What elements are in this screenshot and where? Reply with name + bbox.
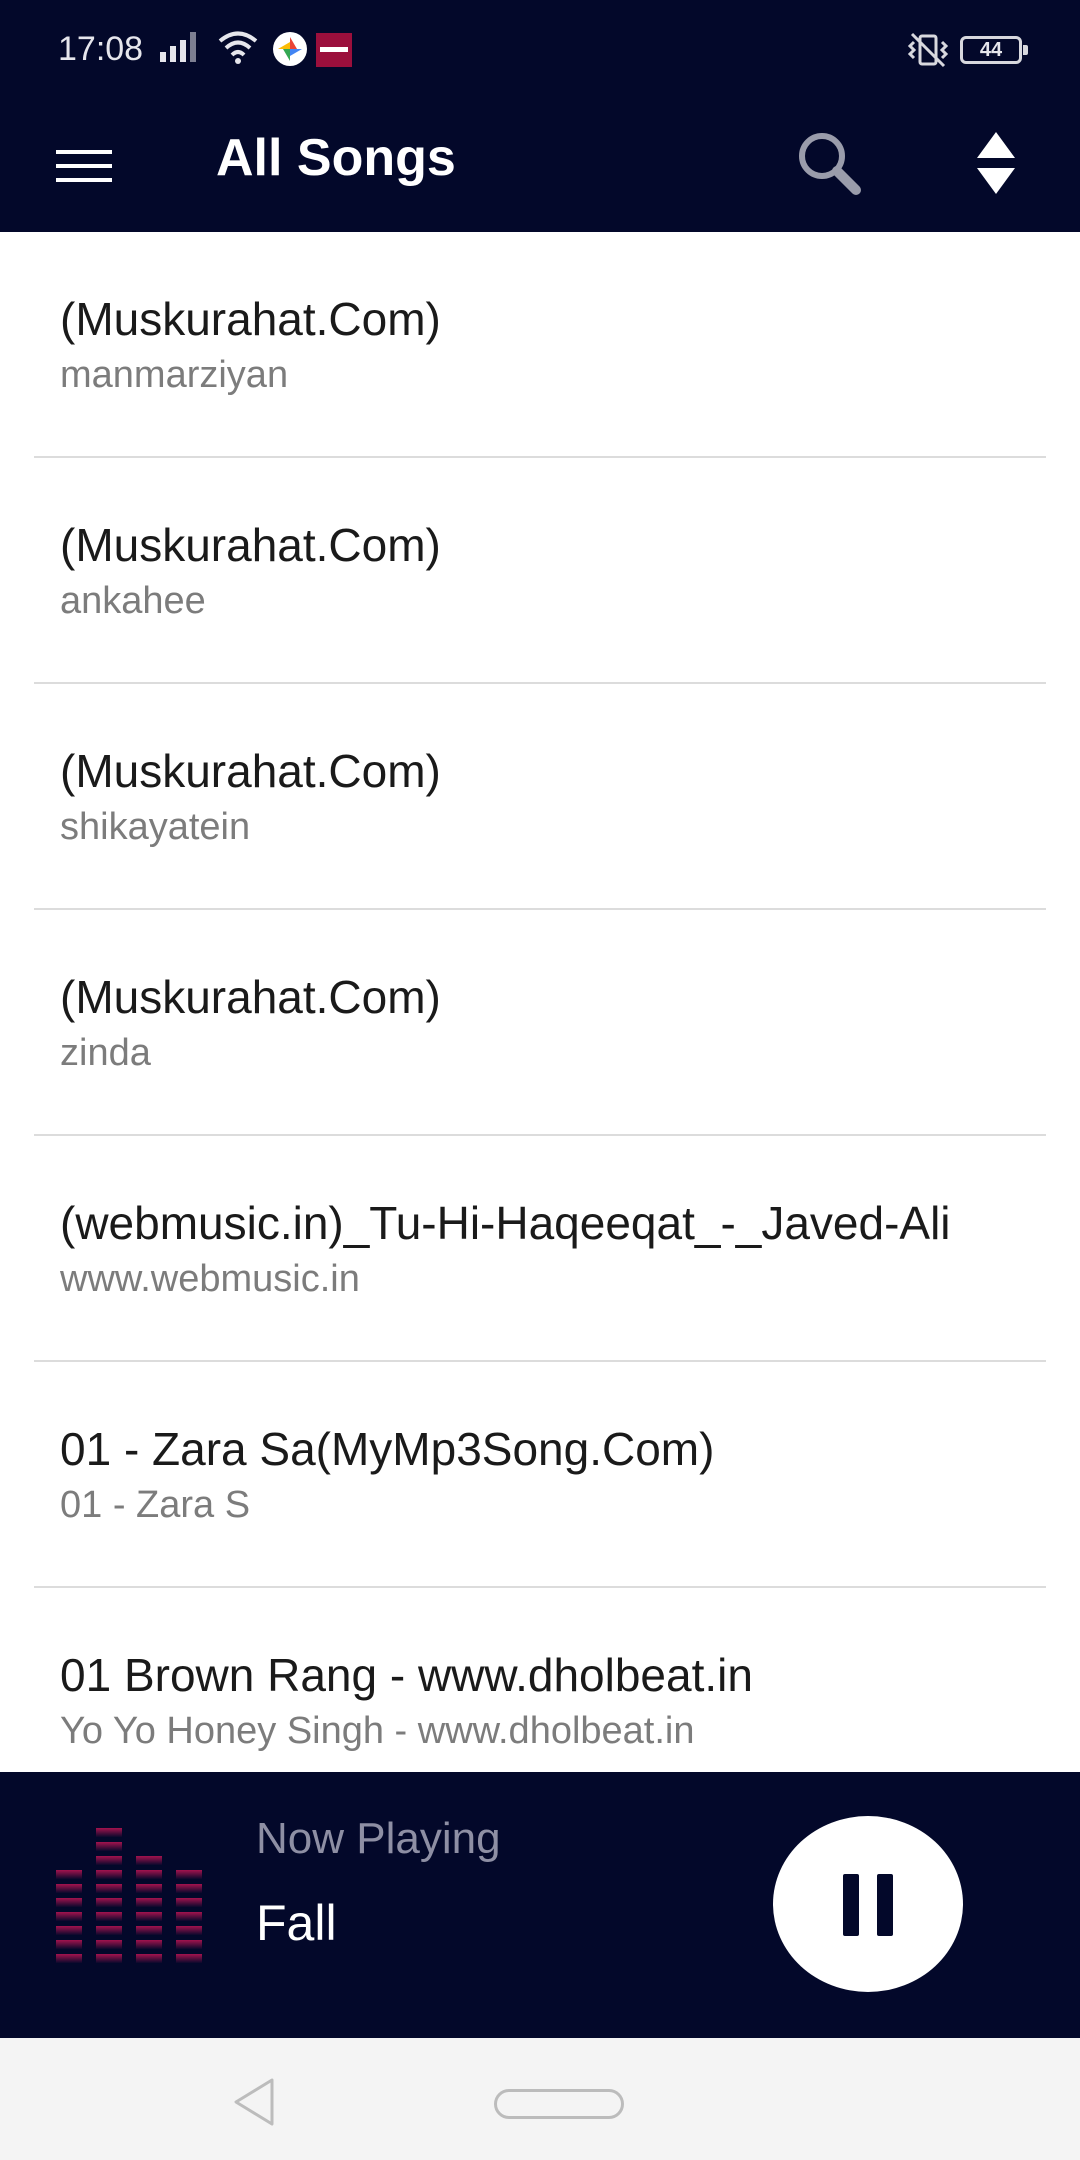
vibrate-off-icon	[907, 32, 949, 68]
song-row[interactable]: (webmusic.in)_Tu-Hi-Haqeeqat_-_Javed-Ali…	[34, 1136, 1046, 1362]
system-nav-bar	[0, 2038, 1080, 2160]
song-title: 01 - Zara Sa(MyMp3Song.Com)	[60, 1423, 715, 1475]
song-title: 01 Brown Rang - www.dholbeat.in	[60, 1649, 753, 1701]
song-row[interactable]: (Muskurahat.Com) ankahee	[34, 458, 1046, 684]
echo-app-icon	[316, 33, 352, 67]
song-row[interactable]: (Muskurahat.Com) zinda	[34, 910, 1046, 1136]
song-title: (Muskurahat.Com)	[60, 745, 441, 797]
song-artist: ankahee	[60, 580, 206, 622]
song-row[interactable]: 01 - Zara Sa(MyMp3Song.Com) 01 - Zara S	[34, 1362, 1046, 1588]
battery-icon: 44	[960, 36, 1028, 64]
sort-icon[interactable]	[965, 128, 1027, 200]
signal-icon	[160, 32, 196, 62]
menu-icon[interactable]	[54, 136, 114, 196]
song-artist: Yo Yo Honey Singh - www.dholbeat.in	[60, 1710, 695, 1752]
now-playing-bar[interactable]: Now Playing Fall	[0, 1772, 1080, 2038]
equalizer-icon	[56, 1828, 202, 1963]
song-artist: zinda	[60, 1032, 151, 1074]
status-time: 17:08	[58, 30, 144, 68]
song-title: (Muskurahat.Com)	[60, 293, 441, 345]
back-icon[interactable]	[228, 2074, 280, 2130]
song-artist: manmarziyan	[60, 354, 289, 396]
song-title: (Muskurahat.Com)	[60, 519, 441, 571]
song-row[interactable]: (Muskurahat.Com) manmarziyan	[34, 232, 1046, 458]
wifi-icon	[218, 31, 258, 64]
photos-app-icon	[273, 32, 307, 66]
status-bar: 17:08 44	[0, 0, 1080, 100]
page-title: All Songs	[216, 129, 456, 187]
song-title: (Muskurahat.Com)	[60, 971, 441, 1023]
song-row[interactable]: (Muskurahat.Com) shikayatein	[34, 684, 1046, 910]
song-list: (Muskurahat.Com) manmarziyan (Muskurahat…	[0, 232, 1080, 1772]
now-playing-label: Now Playing	[256, 1814, 501, 1863]
song-row[interactable]: 01 Brown Rang - www.dholbeat.in Yo Yo Ho…	[34, 1588, 1046, 1772]
song-artist: 01 - Zara S	[60, 1484, 251, 1526]
now-playing-title: Fall	[256, 1895, 337, 1951]
pause-icon[interactable]	[773, 1816, 963, 1992]
app-toolbar: All Songs	[0, 100, 1080, 232]
song-artist: www.webmusic.in	[60, 1258, 360, 1300]
song-title: (webmusic.in)_Tu-Hi-Haqeeqat_-_Javed-Ali	[60, 1197, 951, 1249]
search-icon[interactable]	[790, 124, 870, 204]
home-icon[interactable]	[494, 2089, 624, 2119]
song-artist: shikayatein	[60, 806, 251, 848]
